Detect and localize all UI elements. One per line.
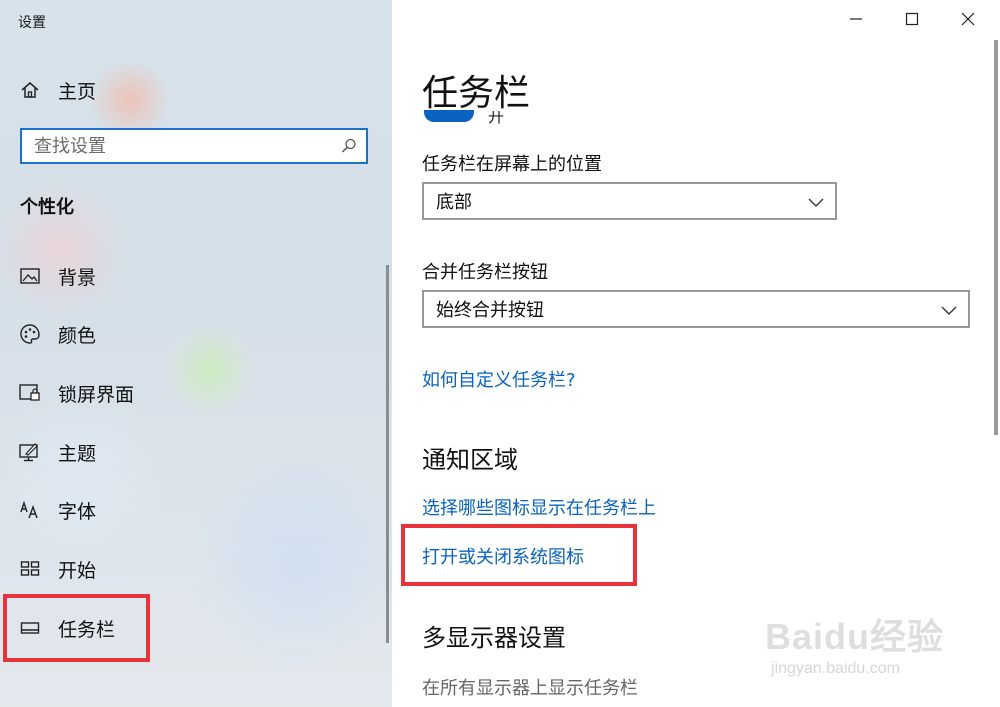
window-title: 设置 (18, 15, 46, 31)
baidu-watermark: Baidu经验 jingyan.baidu.com (765, 600, 995, 690)
chevron-down-icon (940, 301, 958, 322)
maximize-button[interactable] (889, 4, 935, 36)
home-label: 主页 (58, 80, 97, 103)
theme-brush-icon (18, 440, 42, 464)
page-title: 任务栏 (422, 73, 531, 114)
sidebar-item-label: 锁屏界面 (58, 383, 135, 406)
search-input[interactable] (22, 130, 334, 162)
sidebar: 设置 主页 个性化 背景 颜色 锁屏界面 主题 (0, 0, 392, 707)
sidebar-item-fonts[interactable]: 字体 (18, 490, 96, 530)
minimize-icon (849, 11, 863, 30)
toggle-switch[interactable] (424, 110, 474, 122)
close-icon (961, 11, 975, 30)
multi-display-toggle-label: 在所有显示器上显示任务栏 (422, 678, 638, 699)
search-icon[interactable] (340, 137, 358, 159)
sidebar-item-label: 颜色 (58, 324, 97, 347)
maximize-icon (905, 11, 919, 30)
chevron-down-icon (807, 193, 825, 214)
watermark-url: jingyan.baidu.com (771, 660, 900, 677)
sidebar-item-label: 主题 (58, 442, 97, 465)
notification-area-heading: 通知区域 (422, 446, 518, 474)
position-dropdown[interactable]: 底部 (422, 182, 837, 220)
select-icons-link[interactable]: 选择哪些图标显示在任务栏上 (422, 494, 656, 520)
sidebar-item-start[interactable]: 开始 (18, 549, 96, 589)
main-scrollbar[interactable] (994, 40, 998, 435)
start-grid-icon (18, 557, 42, 581)
home-nav-item[interactable]: 主页 (18, 70, 96, 110)
sidebar-item-label: 开始 (58, 559, 97, 582)
picture-icon (18, 264, 42, 288)
combine-dropdown[interactable]: 始终合并按钮 (422, 290, 970, 328)
section-title: 个性化 (20, 197, 74, 218)
sidebar-item-themes[interactable]: 主题 (18, 432, 96, 472)
watermark-logo: Baidu经验 (765, 616, 945, 657)
close-button[interactable] (945, 4, 991, 36)
home-icon (18, 78, 42, 102)
multi-display-heading: 多显示器设置 (422, 624, 566, 652)
system-icons-highlight (401, 524, 637, 586)
sidebar-item-colors[interactable]: 颜色 (18, 314, 96, 354)
search-box[interactable] (20, 128, 368, 164)
combine-value: 始终合并按钮 (436, 300, 544, 321)
font-icon (18, 498, 42, 522)
lock-screen-icon (18, 381, 42, 405)
sidebar-item-label: 字体 (58, 500, 97, 523)
selected-item-highlight (3, 594, 150, 662)
sidebar-scrollbar[interactable] (386, 265, 389, 643)
position-value: 底部 (436, 192, 472, 213)
sidebar-item-background[interactable]: 背景 (18, 256, 96, 296)
sidebar-item-lock-screen[interactable]: 锁屏界面 (18, 373, 134, 413)
minimize-button[interactable] (833, 4, 879, 36)
customize-taskbar-link[interactable]: 如何自定义任务栏? (422, 366, 576, 392)
combine-label: 合并任务栏按钮 (422, 262, 548, 283)
sidebar-item-label: 背景 (58, 266, 97, 289)
palette-icon (18, 322, 42, 346)
position-label: 任务栏在屏幕上的位置 (422, 154, 602, 175)
